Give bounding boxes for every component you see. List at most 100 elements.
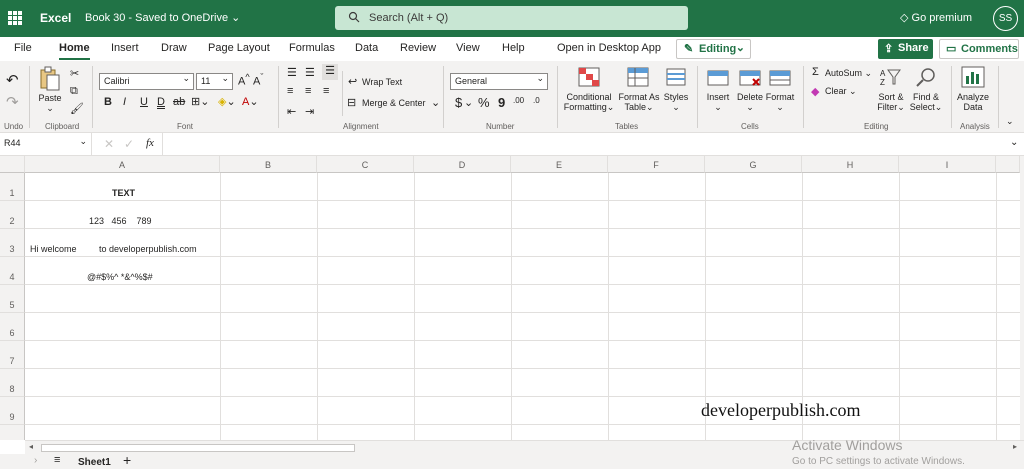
chevron-right-icon[interactable]: ›: [34, 455, 37, 466]
decrease-indent-icon[interactable]: ⇤: [287, 105, 296, 118]
tab-data[interactable]: Data: [355, 42, 378, 54]
column-header-d[interactable]: D: [414, 156, 511, 173]
tab-file[interactable]: File: [14, 42, 32, 54]
undo-icon[interactable]: ↶: [6, 71, 19, 89]
name-box[interactable]: R44 ⌄: [0, 133, 92, 155]
column-header-a[interactable]: A: [25, 156, 220, 173]
scroll-right-icon[interactable]: ▸: [1013, 442, 1017, 451]
fill-color-icon[interactable]: ◈⌄: [218, 95, 236, 108]
function-icon[interactable]: fx: [146, 137, 154, 149]
percent-button[interactable]: %: [478, 95, 490, 110]
tab-home[interactable]: Home: [59, 42, 90, 60]
analyze-data-button[interactable]: Analyze Data: [955, 92, 991, 112]
increase-indent-icon[interactable]: ⇥: [305, 105, 314, 118]
double-underline-button[interactable]: D: [157, 96, 165, 108]
align-bottom-icon[interactable]: ☰: [322, 64, 338, 80]
autosum-button[interactable]: AutoSum ⌄: [825, 68, 872, 78]
format-as-table-button[interactable]: Format As Table⌄: [617, 92, 661, 112]
paste-button[interactable]: Paste ⌄: [36, 93, 64, 113]
styles-button[interactable]: Styles ⌄: [662, 92, 690, 112]
column-header-f[interactable]: F: [608, 156, 705, 173]
insert-cells-button[interactable]: Insert ⌄: [703, 92, 733, 112]
row-header-2[interactable]: 2: [0, 201, 25, 229]
row-header-8[interactable]: 8: [0, 369, 25, 397]
strikethrough-icon[interactable]: ab: [173, 96, 185, 108]
decrease-decimal-icon[interactable]: .0: [533, 96, 540, 105]
merge-center-button[interactable]: Merge & Center: [362, 98, 426, 108]
currency-button[interactable]: $: [455, 95, 462, 110]
cell-a2[interactable]: 123 456 789: [89, 216, 152, 226]
borders-icon[interactable]: ⊞⌄: [191, 95, 209, 108]
row-header-1[interactable]: 1: [0, 173, 25, 201]
tab-formulas[interactable]: Formulas: [289, 42, 335, 54]
cell-a4[interactable]: @#$%^ *&^%$#: [87, 272, 153, 282]
tab-view[interactable]: View: [456, 42, 480, 54]
cell-a1[interactable]: TEXT: [112, 188, 135, 198]
cancel-icon[interactable]: ✕: [104, 137, 114, 151]
open-desktop-app[interactable]: Open in Desktop App: [557, 42, 661, 54]
book-title[interactable]: Book 30 - Saved to OneDrive ⌄: [85, 11, 240, 24]
app-name[interactable]: Excel: [40, 11, 71, 25]
go-premium-link[interactable]: ◇ Go premium: [900, 11, 972, 24]
all-sheets-icon[interactable]: ≡: [54, 454, 60, 466]
redo-icon[interactable]: ↷: [6, 93, 19, 111]
ribbon-expand-icon[interactable]: ⌄: [1006, 116, 1014, 127]
column-header-h[interactable]: H: [802, 156, 899, 173]
find-select-button[interactable]: Find & Select⌄: [908, 92, 944, 112]
column-header-e[interactable]: E: [511, 156, 608, 173]
clear-button[interactable]: Clear ⌄: [825, 86, 857, 96]
search-box[interactable]: Search (Alt + Q): [335, 6, 688, 30]
select-all-corner[interactable]: [0, 156, 25, 173]
tab-page-layout[interactable]: Page Layout: [208, 42, 270, 54]
tab-help[interactable]: Help: [502, 42, 525, 54]
copy-icon[interactable]: ⧉: [70, 85, 78, 98]
increase-font-size-icon[interactable]: A^: [238, 72, 250, 88]
editing-mode-button[interactable]: ✎ Editing ⌄: [676, 39, 751, 59]
check-icon[interactable]: ✓: [124, 137, 134, 151]
scroll-thumb[interactable]: [41, 444, 355, 452]
tab-review[interactable]: Review: [400, 42, 436, 54]
cell-a3[interactable]: Hi welcome to developerpublish.com: [30, 244, 197, 254]
add-sheet-icon[interactable]: +: [123, 452, 131, 468]
delete-cells-button[interactable]: Delete ⌄: [735, 92, 765, 112]
align-top-icon[interactable]: ☰: [287, 66, 297, 79]
sort-filter-button[interactable]: Sort & Filter⌄: [874, 92, 908, 112]
decrease-font-size-icon[interactable]: Aˇ: [253, 72, 263, 88]
font-size-select[interactable]: 11: [196, 73, 233, 90]
font-name-select[interactable]: Calibri: [99, 73, 194, 90]
app-launcher-icon[interactable]: [8, 11, 22, 25]
chevron-down-icon[interactable]: ⌄: [464, 96, 473, 109]
avatar[interactable]: SS: [993, 6, 1018, 31]
wrap-text-button[interactable]: Wrap Text: [362, 77, 402, 87]
column-header-i[interactable]: I: [899, 156, 996, 173]
expand-formula-icon[interactable]: ⌄: [1010, 137, 1018, 148]
increase-decimal-icon[interactable]: .00: [513, 96, 524, 105]
tab-insert[interactable]: Insert: [111, 42, 139, 54]
row-header-partial[interactable]: [0, 425, 25, 440]
row-header-3[interactable]: 3: [0, 229, 25, 257]
number-format-select[interactable]: General: [450, 73, 548, 90]
vertical-scrollbar[interactable]: [1020, 156, 1024, 440]
italic-button[interactable]: I: [123, 96, 126, 108]
bold-button[interactable]: B: [104, 96, 112, 108]
align-center-icon[interactable]: ≡: [305, 85, 311, 97]
chevron-down-icon[interactable]: ⌄: [431, 96, 440, 109]
column-header-g[interactable]: G: [705, 156, 802, 173]
comments-button[interactable]: ▭ Comments: [939, 39, 1019, 59]
tab-draw[interactable]: Draw: [161, 42, 187, 54]
comma-style-button[interactable]: 9: [498, 95, 505, 110]
scroll-left-icon[interactable]: ◂: [29, 442, 33, 451]
align-left-icon[interactable]: ≡: [287, 85, 293, 97]
sheet-tab[interactable]: Sheet1: [78, 457, 111, 468]
row-header-5[interactable]: 5: [0, 285, 25, 313]
share-button[interactable]: ⇪ Share: [878, 39, 933, 59]
column-header-partial[interactable]: [996, 156, 1020, 173]
spreadsheet-grid[interactable]: A B C D E F G H I 1 2 3 4 5 6 7 8 9 TEXT…: [0, 156, 1024, 440]
row-header-4[interactable]: 4: [0, 257, 25, 285]
underline-button[interactable]: U: [140, 96, 148, 108]
column-header-c[interactable]: C: [317, 156, 414, 173]
conditional-formatting-button[interactable]: Conditional Formatting⌄: [562, 92, 616, 112]
row-header-9[interactable]: 9: [0, 397, 25, 425]
column-header-b[interactable]: B: [220, 156, 317, 173]
row-header-6[interactable]: 6: [0, 313, 25, 341]
